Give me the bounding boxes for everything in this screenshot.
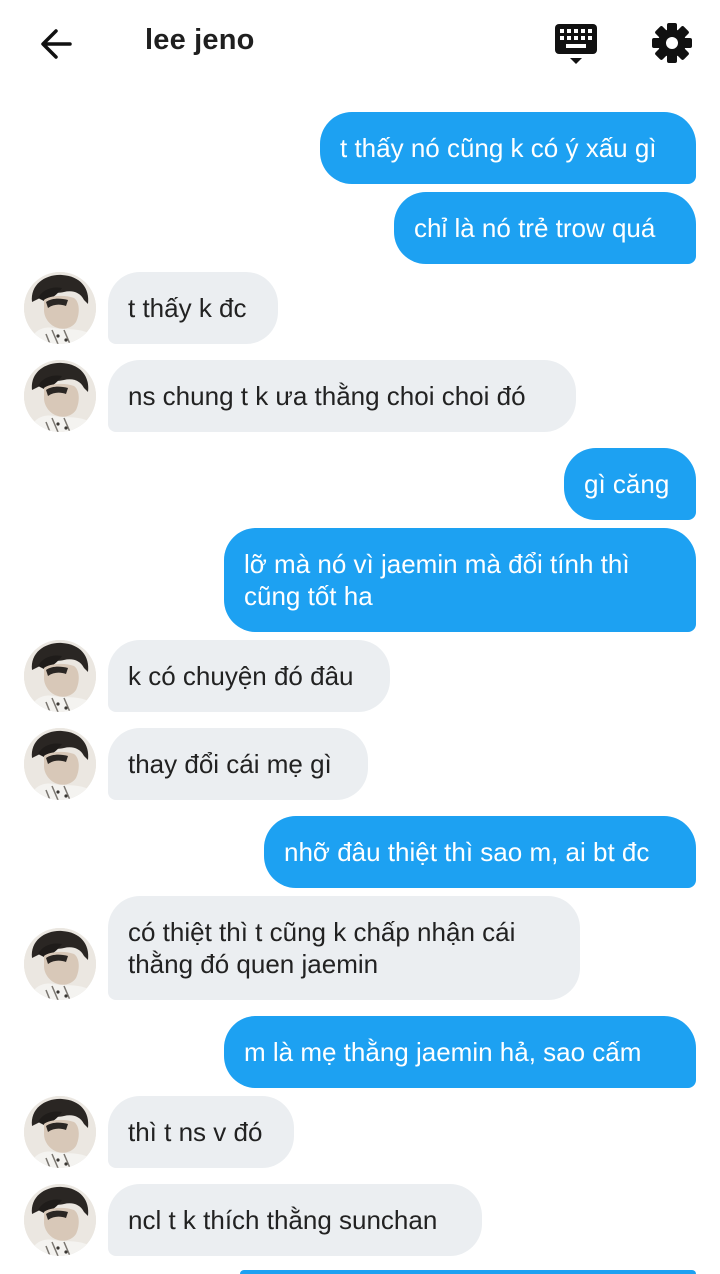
message-received[interactable]: k có chuyện đó đâu bbox=[108, 640, 390, 712]
message-received[interactable]: ns chung t k ưa thằng choi choi đó bbox=[108, 360, 576, 432]
back-button[interactable] bbox=[34, 22, 78, 66]
avatar[interactable] bbox=[24, 928, 96, 1000]
arrow-left-icon bbox=[41, 29, 72, 59]
message-received[interactable]: t thấy k đc bbox=[108, 272, 278, 344]
avatar[interactable] bbox=[24, 728, 96, 800]
message-sent[interactable]: chỉ là nó trẻ trow quá bbox=[394, 192, 696, 264]
message-sent[interactable]: lỡ mà nó vì jaemin mà đổi tính thì cũng … bbox=[224, 528, 696, 632]
avatar[interactable] bbox=[24, 1096, 96, 1168]
avatar[interactable] bbox=[24, 640, 96, 712]
message-sent[interactable]: m là mẹ thằng jaemin hả, sao cấm bbox=[224, 1016, 696, 1088]
message-sent[interactable]: nhỡ đâu thiệt thì sao m, ai bt đc bbox=[264, 816, 696, 888]
keyboard-button[interactable] bbox=[553, 20, 601, 68]
message-received[interactable]: thay đổi cái mẹ gì bbox=[108, 728, 368, 800]
message-received[interactable]: ncl t k thích thằng sunchan bbox=[108, 1184, 482, 1256]
top-bar: lee jeno bbox=[0, 0, 720, 88]
message-received[interactable]: có thiệt thì t cũng k chấp nhận cái thằn… bbox=[108, 896, 580, 1000]
settings-button[interactable] bbox=[648, 19, 696, 67]
contact-name: lee jeno bbox=[145, 24, 255, 56]
avatar[interactable] bbox=[24, 272, 96, 344]
message-received[interactable]: thì t ns v đó bbox=[108, 1096, 294, 1168]
keyboard-icon bbox=[555, 24, 597, 64]
avatar[interactable] bbox=[24, 1184, 96, 1256]
gear-icon bbox=[652, 23, 692, 63]
message-sent-partial[interactable] bbox=[240, 1270, 696, 1274]
avatar[interactable] bbox=[24, 360, 96, 432]
message-sent[interactable]: t thấy nó cũng k có ý xấu gì bbox=[320, 112, 696, 184]
message-sent[interactable]: gì căng bbox=[564, 448, 696, 520]
